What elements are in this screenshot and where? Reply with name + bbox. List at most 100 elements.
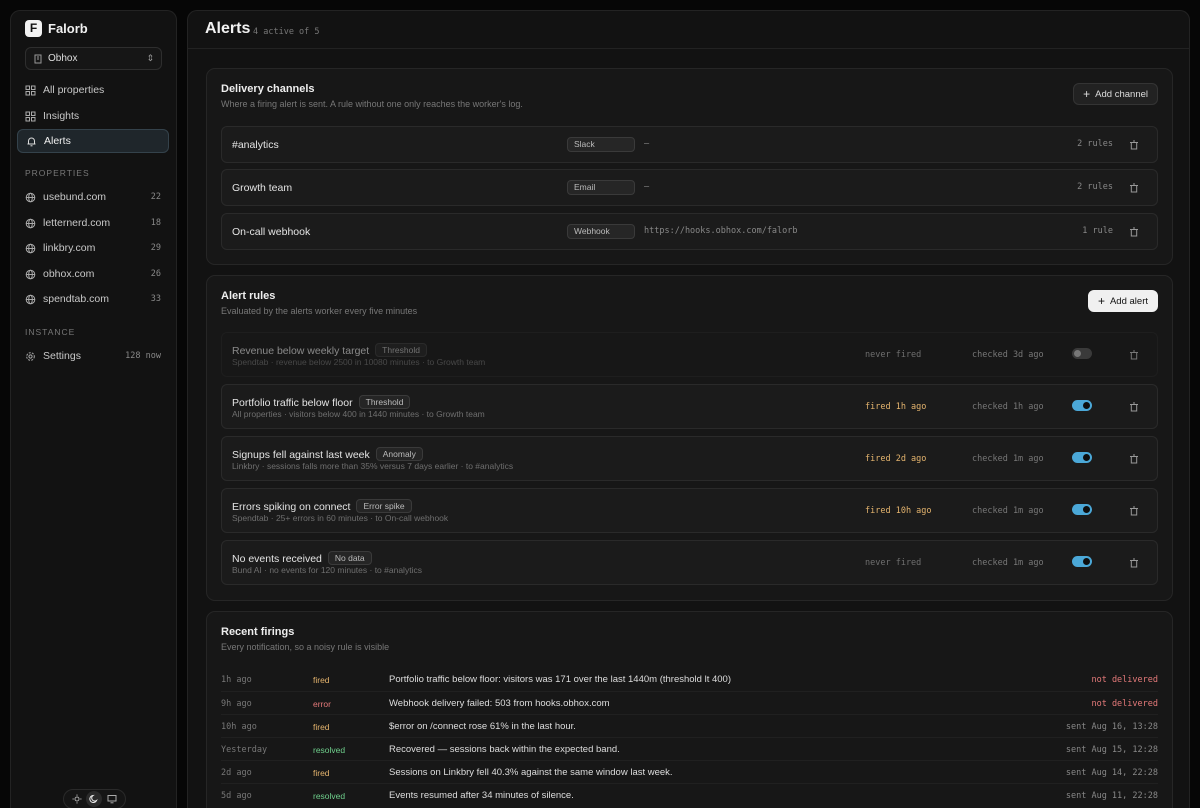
firing-when: 10h ago	[221, 722, 257, 732]
rules-title: Alert rules	[221, 290, 276, 302]
firing-status: sent Aug 15, 12:28	[1065, 745, 1158, 755]
channel-row[interactable]: Growth team Email — 2 rules	[221, 169, 1158, 206]
brand-name: Falorb	[48, 20, 88, 36]
nav-label: Alerts	[44, 135, 71, 147]
firing-status: sent Aug 16, 13:28	[1065, 722, 1158, 732]
firing-when: 5d ago	[221, 791, 252, 801]
firing-message: Portfolio traffic below floor: visitors …	[389, 674, 731, 685]
property-usebund[interactable]: usebund.com 22	[17, 185, 169, 209]
rule-fired: fired 2d ago	[865, 454, 927, 464]
channel-name: #analytics	[232, 139, 279, 151]
dark-theme-button[interactable]	[86, 791, 103, 807]
globe-icon	[25, 294, 36, 304]
trash-icon[interactable]	[1129, 454, 1139, 464]
grid-icon	[25, 85, 36, 95]
rule-enabled-toggle[interactable]	[1072, 556, 1092, 567]
property-label: letternerd.com	[43, 217, 111, 229]
alert-rule-row[interactable]: Revenue below weekly target Threshold Spe…	[221, 332, 1158, 377]
rule-name-line: Errors spiking on connect Error spike	[232, 499, 412, 513]
property-linkbry[interactable]: linkbry.com 29	[17, 236, 169, 260]
rule-checked: checked 1m ago	[972, 506, 1044, 516]
channel-rule-count: 1 rule	[1082, 226, 1113, 236]
add-channel-button[interactable]: + Add channel	[1073, 83, 1158, 105]
channel-type-badge: Webhook	[567, 224, 635, 239]
firings-title: Recent firings	[221, 626, 295, 638]
rule-kind-badge: Threshold	[358, 395, 411, 409]
alert-rule-row[interactable]: Errors spiking on connect Error spike Spe…	[221, 488, 1158, 533]
property-count: 29	[150, 243, 161, 253]
nav-insights[interactable]: Insights	[17, 104, 169, 128]
light-theme-button[interactable]	[69, 791, 85, 807]
property-label: usebund.com	[43, 191, 107, 203]
firing-message: Sessions on Linkbry fell 40.3% against t…	[389, 767, 673, 778]
channel-name: On-call webhook	[232, 226, 311, 238]
rule-fired: never fired	[865, 558, 922, 568]
workspace-name: Obhox	[48, 53, 78, 64]
system-theme-button[interactable]	[104, 791, 120, 807]
trash-icon[interactable]	[1129, 227, 1139, 237]
globe-icon	[25, 243, 36, 253]
rule-fired: fired 10h ago	[865, 506, 932, 516]
trash-icon[interactable]	[1129, 402, 1139, 412]
firing-row: 1h ago fired Portfolio traffic below flo…	[221, 668, 1158, 691]
rule-name: No events received	[232, 553, 322, 565]
channel-row[interactable]: #analytics Slack — 2 rules	[221, 126, 1158, 163]
globe-icon	[25, 218, 36, 228]
nav-alerts[interactable]: Alerts	[17, 129, 169, 153]
firings-description: Every notification, so a noisy rule is v…	[221, 642, 390, 652]
trash-icon[interactable]	[1129, 506, 1139, 516]
nav-label: All properties	[43, 84, 105, 96]
globe-icon	[25, 192, 36, 202]
trash-icon[interactable]	[1129, 183, 1139, 193]
property-count: 26	[150, 269, 161, 279]
trash-icon[interactable]	[1129, 558, 1139, 568]
trash-icon[interactable]	[1129, 140, 1139, 150]
nav-label: Settings	[43, 350, 81, 362]
workspace-switcher[interactable]: Obhox ⇕	[25, 47, 162, 70]
sidebar: F Falorb Obhox ⇕ All properties Insights…	[10, 10, 177, 808]
rule-enabled-toggle[interactable]	[1072, 348, 1092, 359]
channel-rule-count: 2 rules	[1077, 139, 1113, 149]
alert-rule-row[interactable]: No events received No data Bund AI · no e…	[221, 540, 1158, 585]
alert-rule-row[interactable]: Portfolio traffic below floor Threshold A…	[221, 384, 1158, 429]
property-label: spendtab.com	[43, 293, 109, 305]
alert-rule-row[interactable]: Signups fell against last week Anomaly Li…	[221, 436, 1158, 481]
main-panel: Alerts 4 active of 5 Delivery channels W…	[187, 10, 1190, 808]
properties-section-label: PROPERTIES	[25, 168, 90, 178]
rule-kind-badge: Anomaly	[375, 447, 423, 461]
channel-row[interactable]: On-call webhook Webhook https://hooks.ob…	[221, 213, 1158, 250]
bell-icon	[27, 137, 36, 146]
rule-name-line: No events received No data	[232, 551, 372, 565]
trash-icon[interactable]	[1129, 350, 1139, 360]
sun-icon	[72, 794, 82, 804]
nav-settings[interactable]: Settings 128 now	[17, 344, 169, 368]
rule-fired: fired 1h ago	[865, 402, 927, 412]
rule-checked: checked 3d ago	[972, 350, 1044, 360]
rules-description: Evaluated by the alerts worker every fiv…	[221, 306, 418, 316]
channel-type-badge: Email	[567, 180, 635, 195]
rule-enabled-toggle[interactable]	[1072, 400, 1092, 411]
moon-icon	[89, 794, 99, 803]
rule-meta: Linkbry · sessions falls more than 35% v…	[232, 461, 514, 471]
page-header: Alerts 4 active of 5	[188, 11, 1189, 49]
rule-fired: never fired	[865, 350, 922, 360]
nav-all-properties[interactable]: All properties	[17, 78, 169, 102]
rule-meta: All properties · visitors below 400 in 1…	[232, 409, 485, 419]
firing-kind: resolved	[313, 791, 346, 801]
rule-enabled-toggle[interactable]	[1072, 504, 1092, 515]
page-title: Alerts	[205, 20, 251, 37]
firing-message: $error on /connect rose 61% in the last …	[389, 721, 576, 732]
property-label: linkbry.com	[43, 242, 96, 254]
property-spendtab[interactable]: spendtab.com 33	[17, 287, 169, 311]
channel-type-badge: Slack	[567, 137, 635, 152]
property-letternerd[interactable]: letternerd.com 18	[17, 211, 169, 235]
firing-when: 9h ago	[221, 699, 252, 709]
brand[interactable]: F Falorb	[25, 19, 88, 37]
rule-kind-badge: Threshold	[375, 343, 427, 357]
rule-enabled-toggle[interactable]	[1072, 452, 1092, 463]
alert-rules-card: Alert rules Evaluated by the alerts work…	[206, 275, 1173, 601]
building-icon	[34, 54, 42, 63]
page-subtitle: 4 active of 5	[253, 27, 320, 37]
add-alert-button[interactable]: + Add alert	[1087, 290, 1158, 312]
property-obhox[interactable]: obhox.com 26	[17, 262, 169, 286]
